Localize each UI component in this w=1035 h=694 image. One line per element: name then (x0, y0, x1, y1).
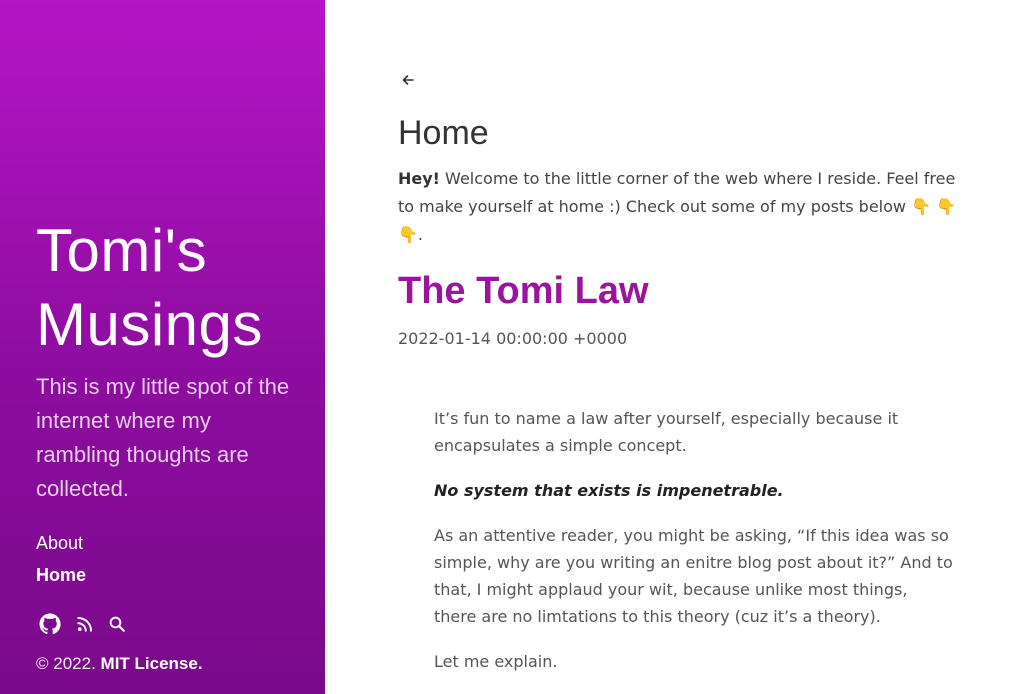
rss-icon[interactable] (76, 615, 94, 633)
post-title-link[interactable]: The Tomi Law (398, 270, 649, 313)
intro-body: Welcome to the little corner of the web … (398, 169, 956, 216)
copyright: © 2022. MIT License. (36, 654, 203, 674)
page-title: Home (398, 114, 489, 152)
intro-bold: Hey! (398, 169, 440, 188)
intro-text: Hey! Welcome to the little corner of the… (398, 165, 963, 249)
excerpt-paragraph: It’s fun to name a law after yourself, e… (434, 409, 899, 455)
site-title[interactable]: Tomi's Musings (36, 214, 306, 362)
excerpt-paragraph: Let me explain. (434, 652, 558, 671)
sidebar: Tomi's Musings This is my little spot of… (0, 0, 325, 694)
post-date: 2022-01-14 00:00:00 +0000 (398, 329, 628, 348)
nav-link-about[interactable]: About (36, 527, 86, 559)
post-excerpt: It’s fun to name a law after yourself, e… (434, 405, 954, 693)
sidebar-nav: About Home (36, 527, 86, 591)
excerpt-paragraph: As an attentive reader, you might be ask… (434, 526, 953, 626)
copyright-text: © 2022. (36, 654, 96, 673)
social-links (38, 612, 126, 636)
license-link[interactable]: MIT License. (101, 654, 203, 673)
search-icon[interactable] (108, 615, 126, 633)
nav-link-home[interactable]: Home (36, 559, 86, 591)
intro-end: . (417, 225, 424, 244)
github-icon[interactable] (38, 612, 62, 636)
site-tagline: This is my little spot of the internet w… (36, 374, 290, 501)
excerpt-emphasis: No system that exists is impenetrable. (434, 481, 784, 500)
back-arrow-icon[interactable] (401, 72, 415, 91)
